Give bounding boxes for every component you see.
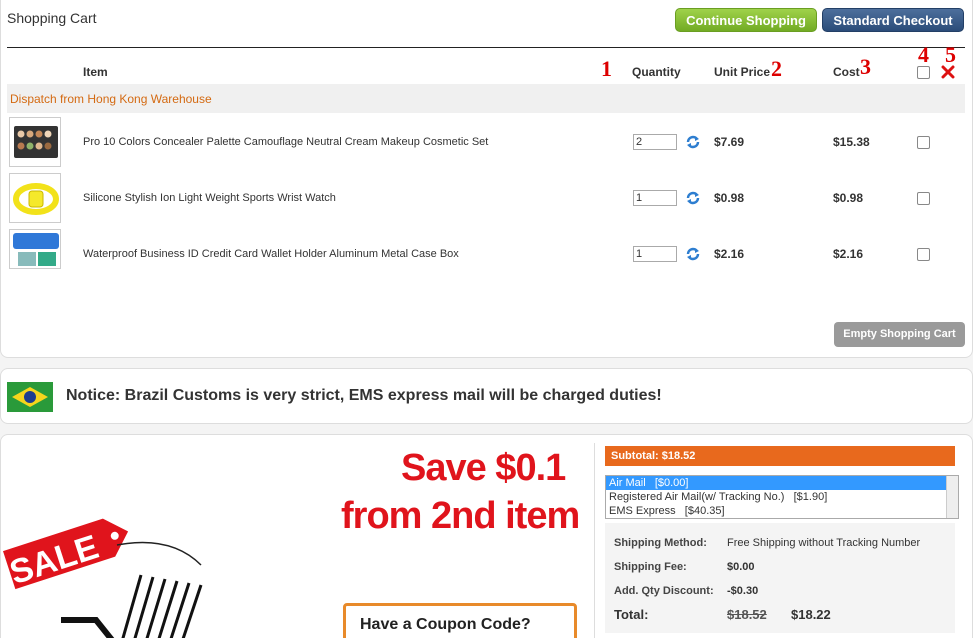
discount-label: Add. Qty Discount: (614, 585, 714, 597)
standard-checkout-button[interactable]: Standard Checkout (822, 8, 964, 32)
shipping-option[interactable]: Registered Air Mail(w/ Tracking No.) [$1… (606, 490, 958, 504)
unit-price: $2.16 (714, 247, 745, 261)
watch-icon[interactable] (9, 173, 61, 223)
unit-price: $0.98 (714, 191, 745, 205)
table-row: Silicone Stylish Ion Light Weight Sports… (7, 170, 965, 226)
table-row: Pro 10 Colors Concealer Palette Camoufla… (7, 114, 965, 170)
refresh-icon[interactable] (685, 246, 701, 262)
cart-panel: Shopping Cart Continue Shopping Standard… (0, 0, 973, 358)
empty-cart-button[interactable]: Empty Shopping Cart (834, 322, 965, 347)
page-title: Shopping Cart (7, 10, 97, 26)
marker-3: 3 (860, 54, 871, 79)
quantity-input[interactable]: 1 (633, 190, 677, 206)
dispatch-label: Dispatch from Hong Kong Warehouse (10, 92, 212, 106)
line-cost: $0.98 (833, 191, 864, 205)
page: Shopping Cart Continue Shopping Standard… (0, 0, 973, 638)
header-rule (7, 47, 965, 48)
row-checkbox[interactable] (917, 192, 930, 205)
refresh-icon[interactable] (685, 134, 701, 150)
shipping-option[interactable]: Air Mail [$0.00] (606, 476, 958, 490)
coupon-label: Have a Coupon Code? (360, 616, 531, 633)
shipping-option[interactable]: EMS Express [$40.35] (606, 504, 958, 518)
promo-line-1: Save $0.1 (401, 447, 566, 489)
row-checkbox[interactable] (917, 248, 930, 261)
shipping-fee-label: Shipping Fee: (614, 561, 687, 573)
line-cost: $2.16 (833, 247, 864, 261)
order-summary: Shipping Method: Free Shipping without T… (605, 523, 955, 633)
shipping-method-value: Free Shipping without Tracking Number (727, 537, 921, 549)
new-total: $18.22 (791, 607, 831, 622)
notice-text: Notice: Brazil Customs is very strict, E… (66, 387, 662, 404)
remove-selected-icon[interactable] (941, 65, 955, 79)
product-name[interactable]: Waterproof Business ID Credit Card Walle… (83, 248, 459, 260)
select-all-checkbox[interactable] (917, 66, 930, 79)
shipping-fee-value: $0.00 (727, 561, 755, 573)
marker-4: 4 (918, 42, 929, 67)
quantity-input[interactable]: 1 (633, 246, 677, 262)
shipping-method-list[interactable]: Air Mail [$0.00] Registered Air Mail(w/ … (605, 475, 959, 519)
summary-panel: Save $0.1 from 2nd item SALE Have a Coup… (0, 434, 973, 638)
brazil-flag-icon (7, 382, 53, 412)
continue-shopping-button[interactable]: Continue Shopping (675, 8, 817, 32)
table-row: Waterproof Business ID Credit Card Walle… (7, 226, 965, 282)
header-item: Item (83, 65, 108, 79)
product-name[interactable]: Silicone Stylish Ion Light Weight Sports… (83, 192, 336, 204)
coupon-box[interactable]: Have a Coupon Code? (343, 603, 577, 638)
row-checkbox[interactable] (917, 136, 930, 149)
palette-icon[interactable] (9, 117, 61, 167)
discount-value: -$0.30 (727, 585, 759, 597)
dispatch-bar: Dispatch from Hong Kong Warehouse (7, 84, 965, 113)
scrollbar[interactable] (946, 476, 958, 518)
unit-price: $7.69 (714, 135, 745, 149)
promo-banner: Save $0.1 from 2nd item SALE Have a Coup… (1, 435, 591, 638)
card-case-icon[interactable] (9, 229, 61, 269)
refresh-icon[interactable] (685, 190, 701, 206)
marker-1: 1 (601, 56, 612, 81)
total-label: Total: (614, 607, 649, 622)
divider (594, 443, 595, 638)
subtotal-bar: Subtotal: $18.52 (605, 446, 955, 466)
quantity-input[interactable]: 2 (633, 134, 677, 150)
line-cost: $15.38 (833, 135, 870, 149)
notice-panel: Notice: Brazil Customs is very strict, E… (0, 368, 973, 424)
marker-2: 2 (771, 56, 782, 81)
product-name[interactable]: Pro 10 Colors Concealer Palette Camoufla… (83, 136, 488, 148)
header-quantity: Quantity (632, 65, 681, 79)
header-cost: Cost (833, 65, 860, 79)
promo-line-2: from 2nd item (341, 495, 580, 537)
old-total: $18.52 (727, 607, 767, 622)
header-unit-price: Unit Price (714, 65, 771, 79)
shipping-method-label: Shipping Method: (614, 537, 707, 549)
